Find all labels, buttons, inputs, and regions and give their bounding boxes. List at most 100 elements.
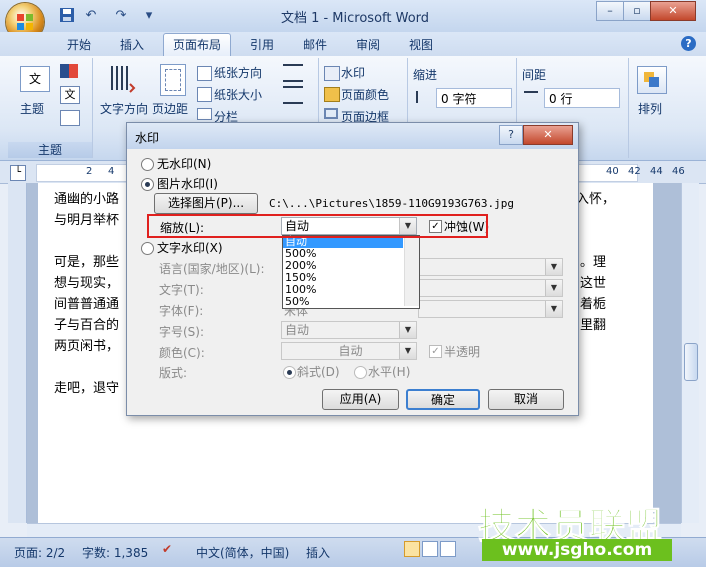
themes-icon[interactable]: 文 xyxy=(20,66,50,92)
doc-text: 与明月举杯 xyxy=(54,213,120,228)
doc-text: 里翻 xyxy=(580,318,607,333)
themes-button[interactable]: 主题 xyxy=(20,100,44,117)
font-label: 字体(F): xyxy=(159,304,204,318)
full-screen-icon[interactable] xyxy=(422,541,438,557)
ruler-tick: 46 xyxy=(672,166,685,177)
tab-insert[interactable]: 插入 xyxy=(110,34,154,56)
dialog-help-button[interactable]: ? xyxy=(499,125,523,145)
font-combo[interactable]: ▼ xyxy=(418,300,563,318)
text-watermark-radio[interactable] xyxy=(141,242,154,255)
minimize-button[interactable]: – xyxy=(596,1,624,21)
save-icon[interactable] xyxy=(58,7,76,25)
qat-customize-icon[interactable]: ▾ xyxy=(140,7,158,25)
select-picture-button[interactable]: 选择图片(P)... xyxy=(154,193,258,214)
dialog-close-button[interactable]: ✕ xyxy=(523,125,573,145)
size-label: 字号(S): xyxy=(159,325,205,339)
chevron-down-icon: ▼ xyxy=(399,322,416,338)
arrange-button[interactable]: 排列 xyxy=(638,100,662,117)
dialog-title: 水印 xyxy=(135,131,160,145)
window-title: 文档 1 - Microsoft Word xyxy=(280,11,430,26)
ruler-tick: 40 xyxy=(606,166,619,177)
size-combo[interactable]: 自动 ▼ xyxy=(281,321,417,339)
tab-references[interactable]: 引用 xyxy=(240,34,284,56)
doc-text: 走吧，退守 xyxy=(54,381,120,396)
ok-button[interactable]: 确定 xyxy=(406,389,480,410)
orientation-icon xyxy=(197,66,212,81)
tab-selector-icon[interactable]: └ xyxy=(10,165,26,181)
semi-transparent-checkbox[interactable]: ✓ xyxy=(429,345,442,358)
orientation-button[interactable]: 纸张方向 xyxy=(214,64,262,81)
window-close-button[interactable]: ✕ xyxy=(650,1,696,21)
color-label: 颜色(C): xyxy=(159,346,205,360)
doc-text: 两页闲书， xyxy=(54,339,120,354)
spacing-before-spinner[interactable]: 0 行 xyxy=(544,88,620,108)
tab-review[interactable]: 审阅 xyxy=(346,34,390,56)
spacing-label: 间距 xyxy=(522,68,547,82)
line-numbers-icon[interactable] xyxy=(283,86,303,104)
text-label: 文字(T): xyxy=(159,283,204,297)
scale-option[interactable]: 50% xyxy=(283,296,403,308)
arrange-icon[interactable] xyxy=(637,66,667,94)
tab-mailings[interactable]: 邮件 xyxy=(293,34,337,56)
chevron-down-icon: ▼ xyxy=(545,280,562,296)
diagonal-radio[interactable] xyxy=(283,366,296,379)
text-direction-button[interactable]: 文字方向 xyxy=(100,100,148,117)
restore-button[interactable]: ▫ xyxy=(623,1,651,21)
web-layout-icon[interactable] xyxy=(440,541,456,557)
horizontal-label: 水平(H) xyxy=(368,365,411,379)
tab-home[interactable]: 开始 xyxy=(57,34,101,56)
language-label: 语言(国家/地区)(L): xyxy=(159,262,265,276)
no-watermark-radio[interactable] xyxy=(141,158,154,171)
margins-icon[interactable] xyxy=(160,64,186,96)
highlight-box xyxy=(147,214,488,238)
theme-fonts-icon[interactable]: 文 xyxy=(60,86,80,104)
margins-button[interactable]: 页边距 xyxy=(152,100,188,117)
undo-icon[interactable]: ↶ xyxy=(82,7,100,25)
view-buttons xyxy=(404,541,480,557)
ruler-tick: 2 xyxy=(86,166,93,177)
vertical-scrollbar[interactable] xyxy=(681,183,699,523)
text-combo[interactable]: ▼ xyxy=(418,279,563,297)
breaks-icon[interactable] xyxy=(283,64,303,82)
size-button[interactable]: 纸张大小 xyxy=(214,86,262,103)
semi-transparent-label: 半透明 xyxy=(444,345,481,359)
word-count[interactable]: 字数: 1,385 xyxy=(82,544,148,561)
themes-group-label: 主题 xyxy=(8,142,92,158)
help-icon[interactable]: ? xyxy=(681,36,696,51)
ruler-tick: 4 xyxy=(108,166,115,177)
insert-mode[interactable]: 插入 xyxy=(306,544,330,561)
horizontal-radio[interactable] xyxy=(354,366,367,379)
tab-page-layout[interactable]: 页面布局 xyxy=(163,33,231,56)
proofing-icon[interactable]: ✔ xyxy=(162,542,178,558)
picture-watermark-radio[interactable] xyxy=(141,178,154,191)
theme-colors-icon[interactable] xyxy=(60,64,78,78)
scroll-thumb[interactable] xyxy=(684,343,698,381)
doc-text: 。理 xyxy=(580,255,607,270)
vertical-ruler[interactable] xyxy=(8,183,27,523)
watermark-button[interactable]: 水印 xyxy=(341,64,365,81)
chevron-down-icon: ▼ xyxy=(545,301,562,317)
size-icon xyxy=(197,87,212,102)
page-color-button[interactable]: 页面颜色 xyxy=(341,86,389,103)
theme-effects-icon[interactable] xyxy=(60,110,80,126)
dropdown-scrollbar[interactable] xyxy=(404,236,419,306)
apply-button[interactable]: 应用(A) xyxy=(322,389,399,410)
themes-group: 文 主题 文 主题 xyxy=(8,58,93,158)
doc-text: 通幽的小路 xyxy=(54,192,120,207)
language-combo[interactable]: ▼ xyxy=(418,258,563,276)
cancel-button[interactable]: 取消 xyxy=(488,389,564,410)
doc-text: 可是，那些 xyxy=(54,255,120,270)
site-watermark-url: www.jsgho.com xyxy=(482,539,672,561)
print-layout-icon[interactable] xyxy=(404,541,420,557)
layout-label: 版式: xyxy=(159,366,188,380)
color-combo[interactable]: 自动 ▼ xyxy=(281,342,417,360)
size-value: 自动 xyxy=(285,323,310,337)
redo-icon[interactable]: ↷ xyxy=(112,7,130,25)
tab-view[interactable]: 视图 xyxy=(399,34,443,56)
office-logo-icon xyxy=(17,14,33,30)
doc-text: 想与现实， xyxy=(54,276,120,291)
page-count[interactable]: 页面: 2/2 xyxy=(14,544,65,561)
indent-left-spinner[interactable]: 0 字符 xyxy=(436,88,512,108)
language-status[interactable]: 中文(简体，中国) xyxy=(196,544,289,561)
text-direction-icon[interactable] xyxy=(106,64,136,94)
